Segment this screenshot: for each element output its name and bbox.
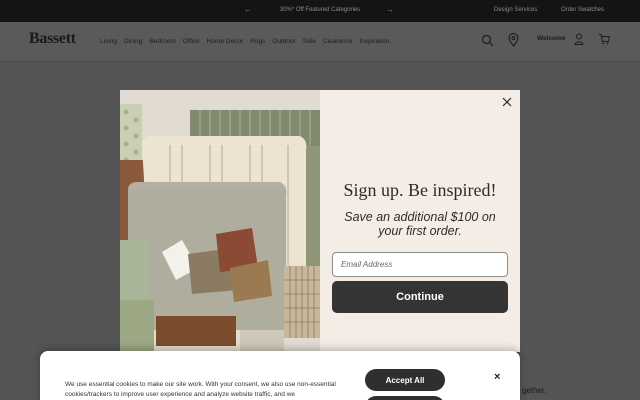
promo-bar: ← 30%* Off Featured Categories → Design … <box>0 0 640 22</box>
nav-item-dining[interactable]: Dining <box>124 38 142 45</box>
cookie-secondary-button[interactable] <box>365 396 445 400</box>
continue-button[interactable]: Continue <box>332 281 508 313</box>
cookie-text: We use essential cookies to make our sit… <box>65 381 336 398</box>
nav-item-outdoor[interactable]: Outdoor <box>272 38 296 45</box>
nav-item-living[interactable]: Living <box>100 38 117 45</box>
close-icon[interactable]: × <box>494 371 500 383</box>
cookie-banner: We use essential cookies to make our sit… <box>40 351 520 400</box>
signup-modal: Sign up. Be inspired! Save an additional… <box>120 90 520 352</box>
modal-subtitle: Save an additional $100 on your first or… <box>344 210 496 238</box>
accept-all-button[interactable]: Accept All <box>365 369 445 391</box>
design-services-link[interactable]: Design Services <box>494 7 537 13</box>
nav-item-sale[interactable]: Sale <box>303 38 316 45</box>
modal-title: Sign up. Be inspired! <box>343 180 497 200</box>
user-icon[interactable] <box>574 33 584 45</box>
nav-item-bedroom[interactable]: Bedroom <box>149 38 175 45</box>
background-text: gether. <box>522 386 547 395</box>
location-pin-icon[interactable] <box>508 33 519 47</box>
nav-item-clearance[interactable]: Clearance <box>323 38 353 45</box>
nav-item-home-decor[interactable]: Home Decor <box>207 38 243 45</box>
site-header: Bassett Living Dining Bedroom Office Hom… <box>0 22 640 62</box>
chevron-right-icon[interactable]: → <box>386 5 394 14</box>
fabric-swatches-image <box>120 90 320 352</box>
order-swatches-link[interactable]: Order Swatches <box>561 7 604 13</box>
search-icon[interactable] <box>481 34 494 47</box>
nav-item-inspiration[interactable]: Inspiration <box>359 38 389 45</box>
logo[interactable]: Bassett <box>29 30 76 48</box>
main-nav: Living Dining Bedroom Office Home Decor … <box>100 38 396 45</box>
welcome-label[interactable]: Welcome <box>537 35 565 42</box>
cart-icon[interactable] <box>598 33 610 45</box>
email-field[interactable] <box>332 252 508 277</box>
close-icon[interactable] <box>501 96 513 108</box>
nav-item-office[interactable]: Office <box>183 38 200 45</box>
promo-text[interactable]: 30%* Off Featured Categories <box>0 7 640 13</box>
nav-item-rugs[interactable]: Rugs <box>250 38 265 45</box>
